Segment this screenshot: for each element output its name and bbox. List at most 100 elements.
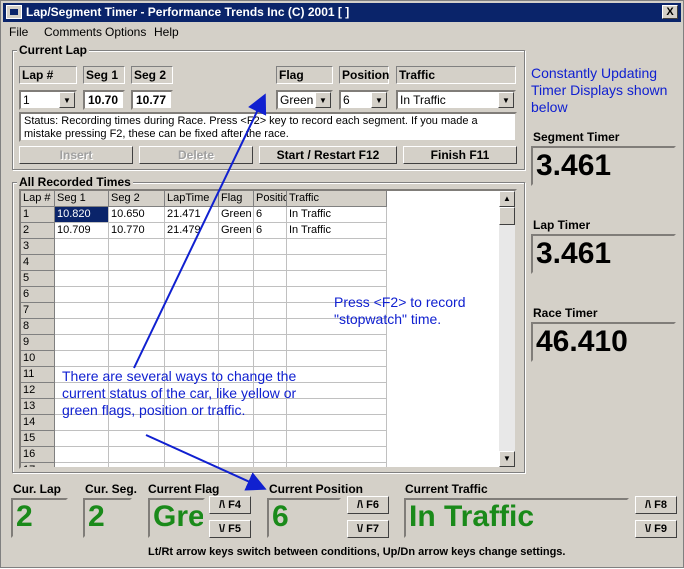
table-cell[interactable] <box>219 287 254 303</box>
table-cell[interactable] <box>287 431 387 447</box>
table-cell[interactable]: Green <box>219 207 254 223</box>
table-cell[interactable]: 21.471 <box>165 207 219 223</box>
column-header[interactable]: Lap # <box>21 191 55 207</box>
table-cell[interactable] <box>109 287 165 303</box>
position-down-button[interactable]: \/ F7 <box>347 520 389 538</box>
recorded-times-table[interactable]: Lap # Seg 1 Seg 2 LapTime Flag Positio Traffic… <box>19 189 517 469</box>
table-cell[interactable] <box>109 271 165 287</box>
table-cell[interactable] <box>254 303 287 319</box>
delete-button[interactable]: Delete <box>139 146 253 164</box>
table-cell[interactable]: 6 <box>254 207 287 223</box>
table-cell[interactable]: In Traffic <box>287 223 387 239</box>
table-cell[interactable] <box>165 255 219 271</box>
seg2-input[interactable]: 10.77 <box>131 90 173 110</box>
table-cell[interactable] <box>55 271 109 287</box>
table-cell[interactable] <box>109 255 165 271</box>
start-restart-button[interactable]: Start / Restart F12 <box>259 146 397 164</box>
table-cell[interactable] <box>219 431 254 447</box>
scroll-down-icon[interactable]: ▼ <box>499 451 515 467</box>
table-cell[interactable] <box>165 271 219 287</box>
table-cell[interactable] <box>55 255 109 271</box>
vertical-scrollbar[interactable]: ▲ ▼ <box>499 191 515 467</box>
table-cell[interactable] <box>109 463 165 467</box>
menu-help[interactable]: Help <box>154 25 179 39</box>
traffic-down-button[interactable]: \/ F9 <box>635 520 677 538</box>
menu-options[interactable]: Options <box>105 25 146 39</box>
table-cell[interactable] <box>219 239 254 255</box>
table-cell[interactable]: 10.650 <box>109 207 165 223</box>
table-cell[interactable] <box>109 351 165 367</box>
title-bar[interactable]: Lap/Segment Timer - Performance Trends I… <box>3 3 681 22</box>
table-cell[interactable] <box>287 255 387 271</box>
table-cell[interactable] <box>254 447 287 463</box>
table-cell[interactable] <box>165 319 219 335</box>
table-cell[interactable] <box>219 255 254 271</box>
table-cell[interactable] <box>219 335 254 351</box>
table-cell[interactable] <box>219 351 254 367</box>
close-button[interactable]: X <box>662 5 678 19</box>
table-cell[interactable] <box>254 271 287 287</box>
table-cell[interactable]: 10.820 <box>55 207 109 223</box>
table-cell[interactable]: 21.479 <box>165 223 219 239</box>
finish-button[interactable]: Finish F11 <box>403 146 517 164</box>
chevron-down-icon[interactable]: ▼ <box>498 92 514 108</box>
table-cell[interactable]: 10.770 <box>109 223 165 239</box>
table-cell[interactable] <box>287 335 387 351</box>
table-cell[interactable] <box>55 335 109 351</box>
table-cell[interactable] <box>254 255 287 271</box>
table-cell[interactable] <box>55 431 109 447</box>
table-cell[interactable] <box>254 287 287 303</box>
table-cell[interactable]: 10.709 <box>55 223 109 239</box>
chevron-down-icon[interactable]: ▼ <box>315 92 331 108</box>
table-cell[interactable] <box>109 319 165 335</box>
table-cell[interactable]: In Traffic <box>287 207 387 223</box>
table-cell[interactable]: Green <box>219 223 254 239</box>
table-cell[interactable] <box>254 319 287 335</box>
table-cell[interactable] <box>165 287 219 303</box>
table-cell[interactable] <box>165 447 219 463</box>
table-cell[interactable] <box>254 239 287 255</box>
table-cell[interactable] <box>287 463 387 467</box>
table-cell[interactable] <box>219 271 254 287</box>
flag-up-button[interactable]: /\ F4 <box>209 496 251 514</box>
table-cell[interactable] <box>287 239 387 255</box>
table-cell[interactable] <box>109 431 165 447</box>
chevron-down-icon[interactable]: ▼ <box>371 92 387 108</box>
table-cell[interactable] <box>165 303 219 319</box>
table-cell[interactable] <box>109 447 165 463</box>
scroll-thumb[interactable] <box>499 207 515 225</box>
table-cell[interactable] <box>109 239 165 255</box>
table-cell[interactable] <box>55 463 109 467</box>
column-header[interactable]: Traffic <box>287 191 387 207</box>
table-cell[interactable] <box>254 335 287 351</box>
position-select[interactable]: 6 ▼ <box>339 90 389 110</box>
position-up-button[interactable]: /\ F6 <box>347 496 389 514</box>
table-cell[interactable]: 6 <box>254 223 287 239</box>
menu-file[interactable]: File <box>9 25 28 39</box>
scroll-up-icon[interactable]: ▲ <box>499 191 515 207</box>
table-cell[interactable] <box>219 463 254 467</box>
column-header[interactable]: LapTime <box>165 191 219 207</box>
table-cell[interactable] <box>55 303 109 319</box>
table-cell[interactable] <box>165 431 219 447</box>
table-cell[interactable] <box>55 239 109 255</box>
table-cell[interactable] <box>219 303 254 319</box>
table-cell[interactable] <box>287 351 387 367</box>
table-cell[interactable] <box>219 319 254 335</box>
flag-select[interactable]: Green ▼ <box>276 90 333 110</box>
table-cell[interactable] <box>55 287 109 303</box>
table-cell[interactable] <box>55 447 109 463</box>
table-cell[interactable] <box>165 239 219 255</box>
table-cell[interactable] <box>287 447 387 463</box>
column-header[interactable]: Flag <box>219 191 254 207</box>
table-cell[interactable] <box>109 335 165 351</box>
table-cell[interactable] <box>165 463 219 467</box>
table-cell[interactable] <box>219 447 254 463</box>
flag-down-button[interactable]: \/ F5 <box>209 520 251 538</box>
lap-number-select[interactable]: 1 ▼ <box>19 90 77 110</box>
table-cell[interactable] <box>109 303 165 319</box>
table-cell[interactable] <box>165 335 219 351</box>
table-cell[interactable] <box>55 351 109 367</box>
table-cell[interactable] <box>165 351 219 367</box>
table-cell[interactable] <box>254 351 287 367</box>
